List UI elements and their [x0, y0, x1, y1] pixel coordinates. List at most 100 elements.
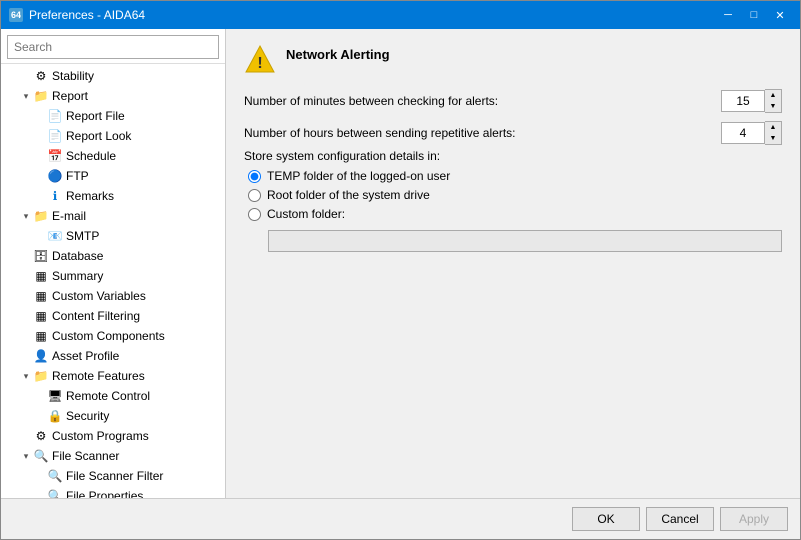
title-bar-left: 64 Preferences - AIDA64 — [9, 8, 145, 22]
custom-folder-input[interactable] — [268, 230, 782, 252]
sidebar-label: Summary — [52, 269, 103, 283]
minutes-up-button[interactable]: ▲ — [765, 90, 781, 101]
minutes-row: Number of minutes between checking for a… — [244, 89, 782, 113]
minutes-label: Number of minutes between checking for a… — [244, 94, 713, 108]
sidebar-label: Asset Profile — [52, 349, 119, 363]
sidebar-item-file-scanner[interactable]: ▾ 🔍 File Scanner — [1, 446, 225, 466]
window-title: Preferences - AIDA64 — [29, 8, 145, 22]
main-content: ⚙ Stability ▾ 📁 Report 📄 Report File 📄 — [1, 29, 800, 498]
sidebar-item-report-look[interactable]: 📄 Report Look — [1, 126, 225, 146]
expand-icon — [33, 229, 47, 243]
radio-temp[interactable] — [248, 170, 261, 183]
sidebar-item-remote-features[interactable]: ▾ 📁 Remote Features — [1, 366, 225, 386]
expand-icon — [19, 249, 33, 263]
svg-text:!: ! — [257, 55, 262, 72]
sidebar-label: Report File — [66, 109, 125, 123]
search-icon: 🔍 — [33, 448, 49, 464]
sidebar-item-ftp[interactable]: 🔵 FTP — [1, 166, 225, 186]
sidebar-item-custom-components[interactable]: ▦ Custom Components — [1, 326, 225, 346]
maximize-button[interactable]: □ — [742, 5, 766, 25]
expand-icon — [19, 269, 33, 283]
minimize-button[interactable]: ─ — [716, 5, 740, 25]
sidebar-label: Custom Programs — [52, 429, 149, 443]
expand-icon — [19, 309, 33, 323]
apply-button[interactable]: Apply — [720, 507, 788, 531]
expand-icon — [19, 329, 33, 343]
expand-icon — [33, 169, 47, 183]
expand-icon — [33, 389, 47, 403]
ok-button[interactable]: OK — [572, 507, 640, 531]
hours-label: Number of hours between sending repetiti… — [244, 126, 713, 140]
person-icon: 👤 — [33, 348, 49, 364]
radio-root[interactable] — [248, 189, 261, 202]
sidebar-item-summary[interactable]: ▦ Summary — [1, 266, 225, 286]
radio-item-root: Root folder of the system drive — [248, 188, 782, 202]
expand-icon — [33, 129, 47, 143]
radio-item-custom: Custom folder: — [248, 207, 782, 221]
sidebar-label: File Scanner — [52, 449, 119, 463]
expand-icon: ▾ — [19, 369, 33, 383]
sidebar-item-report-file[interactable]: 📄 Report File — [1, 106, 225, 126]
minutes-input[interactable] — [721, 90, 765, 112]
sidebar-item-remote-control[interactable]: 🖥 Remote Control — [1, 386, 225, 406]
info-icon: ℹ — [47, 188, 63, 204]
hours-down-button[interactable]: ▼ — [765, 133, 781, 144]
main-window: 64 Preferences - AIDA64 ─ □ ✕ ⚙ Stabilit… — [0, 0, 801, 540]
sidebar-item-smtp[interactable]: 📧 SMTP — [1, 226, 225, 246]
sidebar-item-email[interactable]: ▾ 📁 E-mail — [1, 206, 225, 226]
right-panel: ! Network Alerting Number of minutes bet… — [226, 29, 800, 498]
hours-up-button[interactable]: ▲ — [765, 122, 781, 133]
expand-icon — [33, 149, 47, 163]
hours-row: Number of hours between sending repetiti… — [244, 121, 782, 145]
sidebar-label: File Scanner Filter — [66, 469, 163, 483]
sidebar-item-file-scanner-filter[interactable]: 🔍 File Scanner Filter — [1, 466, 225, 486]
sidebar-item-remarks[interactable]: ℹ Remarks — [1, 186, 225, 206]
folder-icon: 📁 — [33, 208, 49, 224]
search-input[interactable] — [7, 35, 219, 59]
sidebar-label: SMTP — [66, 229, 99, 243]
sidebar-item-asset-profile[interactable]: 👤 Asset Profile — [1, 346, 225, 366]
sidebar-item-security[interactable]: 🔒 Security — [1, 406, 225, 426]
tree-panel: ⚙ Stability ▾ 📁 Report 📄 Report File 📄 — [1, 64, 225, 498]
mail-icon: 📧 — [47, 228, 63, 244]
section-header: ! Network Alerting Number of minutes bet… — [244, 43, 782, 252]
expand-icon — [19, 349, 33, 363]
minutes-down-button[interactable]: ▼ — [765, 101, 781, 112]
sidebar-label: Stability — [52, 69, 94, 83]
sidebar-label: E-mail — [52, 209, 86, 223]
sidebar-item-content-filtering[interactable]: ▦ Content Filtering — [1, 306, 225, 326]
app-icon: 64 — [9, 8, 23, 22]
hours-input[interactable] — [721, 122, 765, 144]
sidebar-label: Content Filtering — [52, 309, 140, 323]
sidebar-label: Remote Features — [52, 369, 145, 383]
sidebar-item-stability[interactable]: ⚙ Stability — [1, 66, 225, 86]
lock-icon: 🔒 — [47, 408, 63, 424]
expand-icon — [19, 289, 33, 303]
sidebar-item-file-properties[interactable]: 🔍 File Properties — [1, 486, 225, 498]
close-button[interactable]: ✕ — [768, 5, 792, 25]
radio-root-label: Root folder of the system drive — [267, 188, 430, 202]
sidebar-label: Remote Control — [66, 389, 150, 403]
warning-triangle-icon: ! — [244, 43, 276, 75]
grid-icon: ▦ — [33, 328, 49, 344]
sidebar-label: Custom Components — [52, 329, 165, 343]
sidebar-item-custom-variables[interactable]: ▦ Custom Variables — [1, 286, 225, 306]
alert-header: ! Network Alerting — [244, 43, 782, 75]
sidebar-item-custom-programs[interactable]: ⚙ Custom Programs — [1, 426, 225, 446]
left-panel: ⚙ Stability ▾ 📁 Report 📄 Report File 📄 — [1, 29, 226, 498]
sidebar-item-database[interactable]: 🗄 Database — [1, 246, 225, 266]
radio-item-temp: TEMP folder of the logged-on user — [248, 169, 782, 183]
grid-icon: ▦ — [33, 288, 49, 304]
expand-icon — [19, 429, 33, 443]
sidebar-item-schedule[interactable]: 📅 Schedule — [1, 146, 225, 166]
gear-icon: ⚙ — [33, 428, 49, 444]
hours-spinner: ▲ ▼ — [721, 121, 782, 145]
expand-icon: ▾ — [19, 449, 33, 463]
db-icon: 🗄 — [33, 248, 49, 264]
sidebar-label: Custom Variables — [52, 289, 146, 303]
cancel-button[interactable]: Cancel — [646, 507, 714, 531]
sidebar-item-report[interactable]: ▾ 📁 Report — [1, 86, 225, 106]
bottom-bar: OK Cancel Apply — [1, 498, 800, 539]
sidebar-label: Report Look — [66, 129, 131, 143]
radio-custom[interactable] — [248, 208, 261, 221]
